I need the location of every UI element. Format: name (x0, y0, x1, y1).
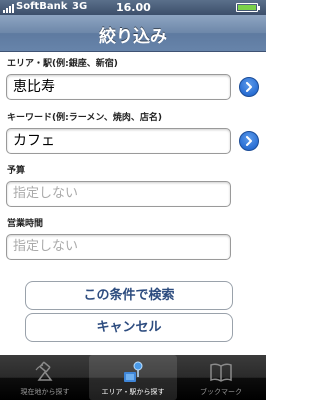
area-field-label: エリア・駅(例:銀座、新宿) (7, 59, 118, 69)
navigation-bar: 絞り込み (0, 15, 266, 52)
hours-field-label: 営業時間 (7, 219, 44, 229)
signal-strength-icon (3, 4, 17, 13)
budget-field-label: 予算 (7, 166, 26, 176)
book-icon (210, 363, 232, 382)
cancel-button[interactable]: キャンセル (25, 313, 233, 342)
map-pin-icon (124, 361, 143, 382)
search-button[interactable]: この条件で検索 (25, 281, 233, 310)
keyword-input[interactable]: カフェ (6, 128, 231, 154)
keyword-disclosure-button[interactable] (239, 131, 259, 151)
chevron-right-icon (246, 82, 252, 92)
tab-label: エリア・駅から探す (101, 388, 165, 396)
page-title: 絞り込み (99, 27, 167, 47)
status-time: 16.00 (116, 1, 151, 14)
battery-icon (236, 3, 260, 12)
hours-select[interactable]: 指定しない (6, 234, 231, 260)
network-type: 3G (72, 1, 88, 12)
tab-bar: 現在地から探す エリア・駅から探す ブックマーク (0, 355, 266, 400)
keyword-field-label: キーワード(例:ラーメン、焼肉、店名) (7, 113, 162, 123)
area-input[interactable]: 恵比寿 (6, 74, 231, 100)
tab-bookmark[interactable]: ブックマーク (177, 355, 265, 400)
tab-label: 現在地から探す (20, 388, 70, 396)
tab-current-location[interactable]: 現在地から探す (1, 355, 89, 400)
carrier-name: SoftBank (16, 1, 68, 12)
satellite-icon (35, 361, 53, 381)
tab-area-station[interactable]: エリア・駅から探す (89, 355, 177, 400)
status-bar: SoftBank 3G 16.00 (0, 0, 266, 15)
chevron-right-icon (246, 136, 252, 146)
tab-label: ブックマーク (200, 388, 242, 396)
budget-select[interactable]: 指定しない (6, 181, 231, 207)
area-disclosure-button[interactable] (239, 77, 259, 97)
